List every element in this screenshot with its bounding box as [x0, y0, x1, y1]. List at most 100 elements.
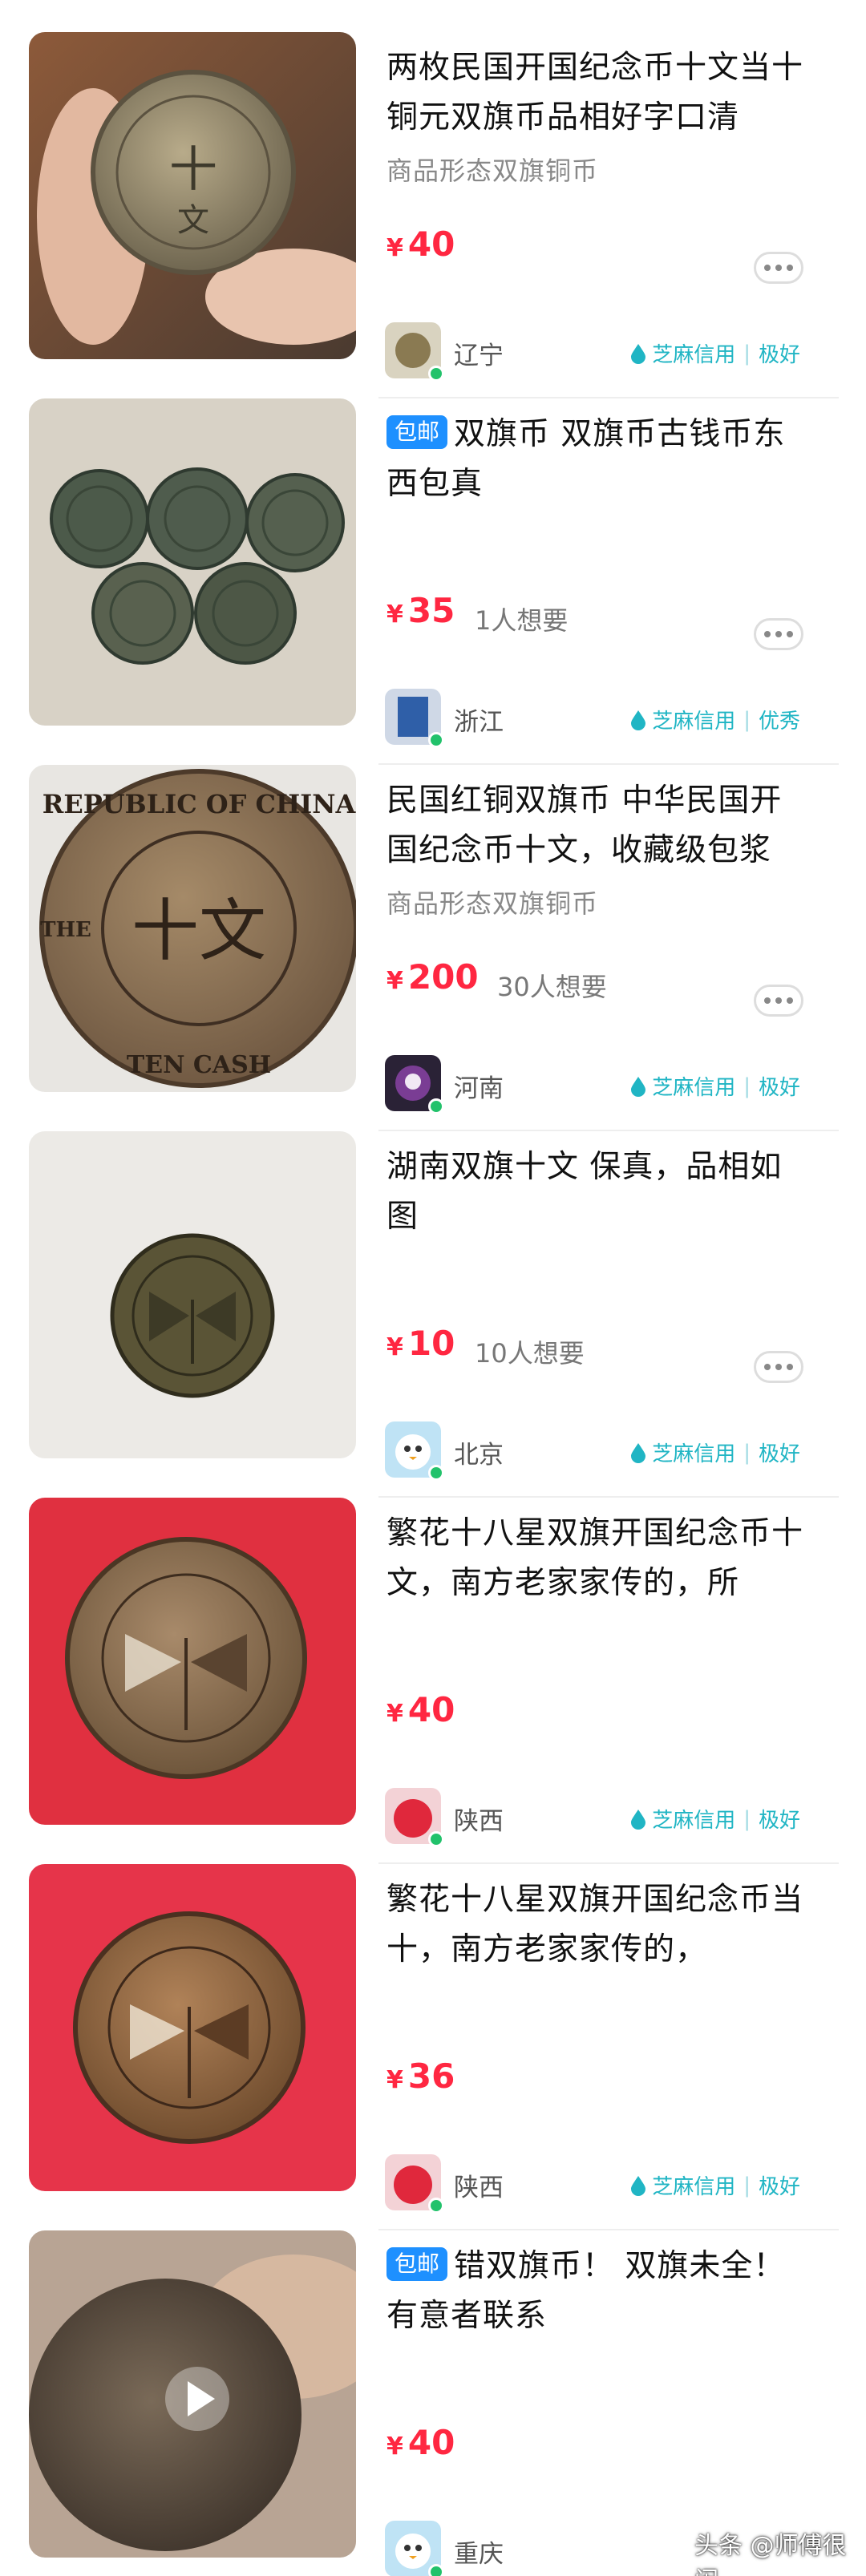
online-status-dot	[428, 2564, 444, 2576]
dot-icon	[764, 1364, 771, 1370]
dot-icon	[775, 631, 782, 637]
credit-badge: 芝麻信用 | 极好	[629, 2170, 800, 2200]
product-thumbnail[interactable]	[29, 1864, 356, 2191]
credit-label: 芝麻信用	[652, 1809, 736, 1833]
seller-location: 河南	[454, 1074, 504, 1103]
credit-separator: |	[743, 2173, 751, 2198]
coin-on-red-image	[29, 1498, 356, 1825]
republic-coin-image: REPUBLIC OF CHINA TEN CASH THE 十文	[29, 765, 356, 1092]
online-status-dot	[428, 1098, 444, 1114]
sesame-credit-icon	[629, 343, 647, 364]
svg-text:十: 十	[169, 142, 217, 198]
seller-location: 陕西	[454, 1807, 504, 1836]
product-thumbnail[interactable]: 十 文	[29, 32, 356, 359]
credit-label: 芝麻信用	[652, 2175, 736, 2199]
sesame-credit-icon	[629, 1076, 647, 1097]
coin-center-text: 十文	[132, 892, 266, 970]
online-status-dot	[428, 732, 444, 748]
watermark: 头条 @师傅很闲	[694, 2532, 847, 2576]
product-title[interactable]: 包邮 双旗币 双旗币古钱币东西包真	[386, 410, 803, 509]
credit-separator: |	[743, 341, 751, 366]
want-count: 30人想要	[497, 972, 607, 1002]
list-item[interactable]: 十 文 两枚民国开国纪念币十文当十铜元双旗币品相好字口清 商品形态双旗铜币 ¥4…	[0, 32, 866, 398]
product-title[interactable]: 湖南双旗十文 保真，品相如图	[386, 1142, 803, 1242]
product-subtitle: 商品形态双旗铜币	[386, 888, 599, 919]
credit-label: 芝麻信用	[652, 1442, 736, 1466]
credit-badge: 芝麻信用 | 优秀	[629, 705, 800, 734]
more-options-button[interactable]	[754, 252, 803, 284]
credit-label: 芝麻信用	[652, 1076, 736, 1100]
more-options-button[interactable]	[754, 985, 803, 1017]
dot-icon	[787, 631, 793, 637]
product-thumbnail[interactable]	[29, 1498, 356, 1825]
sesame-credit-icon	[629, 2175, 647, 2196]
online-status-dot	[428, 1465, 444, 1481]
online-status-dot	[428, 1831, 444, 1847]
product-price: ¥36	[386, 2056, 455, 2096]
credit-level: 极好	[758, 1442, 800, 1466]
sesame-credit-icon	[629, 710, 647, 730]
list-item[interactable]: REPUBLIC OF CHINA TEN CASH THE 十文 民国红铜双旗…	[0, 765, 866, 1131]
list-item[interactable]: 繁花十八星双旗开国纪念币十文，南方老家家传的，所 ¥40 陕西 芝麻信用 | 极…	[0, 1498, 866, 1864]
free-shipping-tag: 包邮	[386, 415, 448, 449]
coin-in-hand-image: 十 文	[29, 32, 356, 359]
product-price: ¥40	[386, 2423, 455, 2462]
credit-badge: 芝麻信用 | 极好	[629, 1071, 800, 1101]
list-item[interactable]: 包邮 双旗币 双旗币古钱币东西包真 ¥35 1人想要 浙江 芝麻信用 | 优秀	[0, 398, 866, 765]
more-options-button[interactable]	[754, 618, 803, 650]
product-price: ¥10	[386, 1324, 455, 1363]
credit-level: 极好	[758, 2175, 800, 2199]
dot-icon	[787, 265, 793, 271]
video-thumbnail-image	[29, 2230, 356, 2558]
list-item[interactable]: 湖南双旗十文 保真，品相如图 ¥10 10人想要 北京 芝麻信用 | 极好	[0, 1131, 866, 1498]
product-title[interactable]: 民国红铜双旗币 中华民国开国纪念币十文，收藏级包浆	[386, 776, 803, 876]
product-title[interactable]: 两枚民国开国纪念币十文当十铜元双旗币品相好字口清	[386, 43, 803, 143]
credit-badge: 芝麻信用 | 极好	[629, 338, 800, 368]
product-subtitle: 商品形态双旗铜币	[386, 156, 599, 186]
dot-icon	[775, 265, 782, 271]
product-title[interactable]: 繁花十八星双旗开国纪念币十文，南方老家家传的，所	[386, 1509, 803, 1608]
dot-icon	[775, 1364, 782, 1370]
credit-separator: |	[743, 1440, 751, 1465]
sesame-credit-icon	[629, 1442, 647, 1463]
coin-left-text: THE	[40, 918, 91, 942]
credit-level: 极好	[758, 343, 800, 367]
dot-icon	[764, 997, 771, 1004]
product-thumbnail[interactable]: REPUBLIC OF CHINA TEN CASH THE 十文	[29, 765, 356, 1092]
flag-coin-image	[29, 1131, 356, 1458]
product-price: ¥35	[386, 591, 455, 630]
dot-icon	[764, 631, 771, 637]
product-thumbnail[interactable]	[29, 1131, 356, 1458]
credit-badge: 芝麻信用 | 极好	[629, 1804, 800, 1834]
svg-text:文: 文	[177, 202, 209, 239]
product-thumbnail[interactable]	[29, 2230, 356, 2558]
product-price: ¥40	[386, 1690, 455, 1729]
coin-bottom-text: TEN CASH	[127, 1051, 271, 1079]
five-coins-image	[29, 398, 356, 726]
dot-icon	[787, 1364, 793, 1370]
credit-separator: |	[743, 1806, 751, 1831]
dot-icon	[764, 265, 771, 271]
product-list: 十 文 两枚民国开国纪念币十文当十铜元双旗币品相好字口清 商品形态双旗铜币 ¥4…	[0, 0, 866, 2576]
list-item[interactable]: 包邮 错双旗币！ 双旗未全！有意者联系 ¥40 重庆	[0, 2230, 866, 2576]
credit-separator: |	[743, 1074, 751, 1098]
credit-label: 芝麻信用	[652, 343, 736, 367]
seller-location: 浙江	[454, 708, 504, 737]
seller-location: 陕西	[454, 2174, 504, 2202]
seller-location: 辽宁	[454, 342, 504, 370]
credit-level: 优秀	[758, 710, 800, 734]
seller-location: 北京	[454, 1441, 504, 1470]
coin-on-red-image	[29, 1864, 356, 2191]
sesame-credit-icon	[629, 1809, 647, 1830]
product-title[interactable]: 包邮 错双旗币！ 双旗未全！有意者联系	[386, 2242, 803, 2341]
list-item[interactable]: 繁花十八星双旗开国纪念币当十，南方老家家传的， ¥36 陕西 芝麻信用 | 极好	[0, 1864, 866, 2230]
coin-top-text: REPUBLIC OF CHINA	[42, 789, 356, 819]
product-price: ¥40	[386, 224, 455, 264]
product-title[interactable]: 繁花十八星双旗开国纪念币当十，南方老家家传的，	[386, 1875, 803, 1975]
online-status-dot	[428, 366, 444, 382]
credit-level: 极好	[758, 1076, 800, 1100]
more-options-button[interactable]	[754, 1351, 803, 1383]
free-shipping-tag: 包邮	[386, 2247, 448, 2281]
product-thumbnail[interactable]	[29, 398, 356, 726]
online-status-dot	[428, 2198, 444, 2214]
